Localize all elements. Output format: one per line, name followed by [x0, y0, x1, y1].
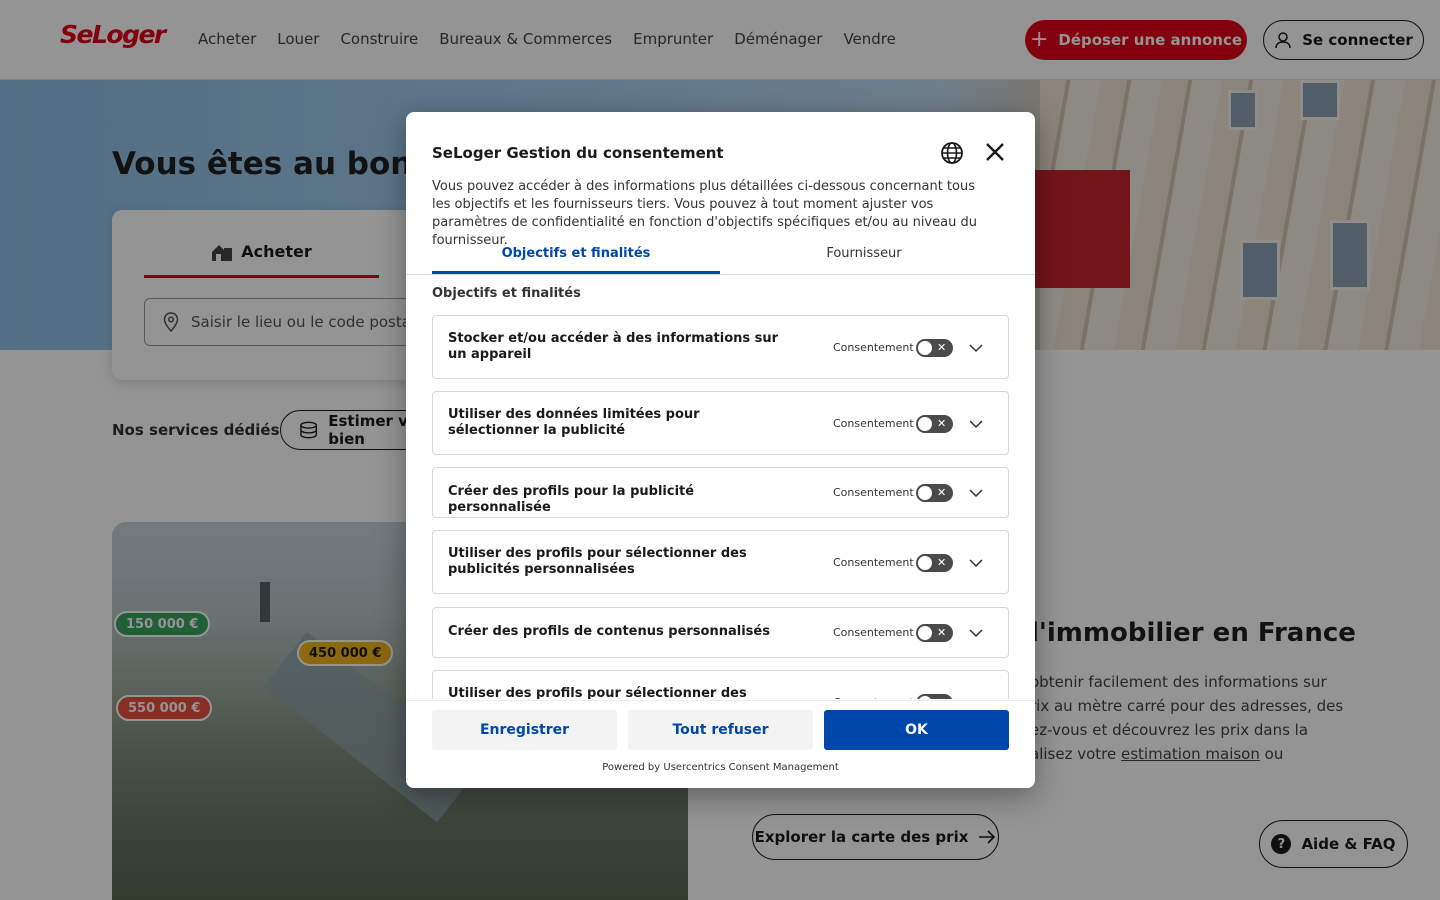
- consent-toggle[interactable]: ✕: [916, 624, 953, 642]
- toggle-off-icon: ✕: [937, 626, 947, 639]
- tab-fournisseur[interactable]: Fournisseur: [720, 242, 1008, 274]
- refuse-all-button[interactable]: Tout refuser: [628, 710, 813, 750]
- consent-toggle[interactable]: ✕: [916, 694, 953, 699]
- consent-tabs: Objectifs et finalités Fournisseur: [406, 242, 1035, 275]
- purpose-title: Utiliser des données limitées pour sélec…: [448, 407, 700, 438]
- consent-dialog: SeLoger Gestion du consentement Vous pou…: [406, 112, 1035, 788]
- purpose-title: Créer des profils de contenus personnali…: [448, 624, 770, 639]
- toggle-off-icon: ✕: [937, 486, 947, 499]
- purpose-title: Créer des profils pour la publicité pers…: [448, 484, 695, 515]
- consent-toggle[interactable]: ✕: [916, 554, 953, 572]
- toggle-knob: [918, 417, 932, 431]
- consent-label: Consentement: [833, 417, 914, 430]
- save-button[interactable]: Enregistrer: [432, 710, 617, 750]
- powered-by-text[interactable]: Powered by Usercentrics Consent Manageme…: [406, 762, 1035, 773]
- toggle-off-icon: ✕: [937, 417, 947, 430]
- consent-toggle[interactable]: ✕: [916, 339, 953, 357]
- purpose-row[interactable]: Créer des profils pour la publicité pers…: [432, 467, 1009, 518]
- chevron-down-icon[interactable]: [969, 417, 983, 431]
- purpose-title: Stocker et/ou accéder à des informations…: [448, 331, 779, 362]
- consent-label: Consentement: [833, 696, 914, 699]
- purpose-row[interactable]: Créer des profils de contenus personnali…: [432, 607, 1009, 658]
- chevron-down-icon[interactable]: [969, 486, 983, 500]
- purpose-row[interactable]: Utiliser des profils pour sélectionner d…: [432, 670, 1009, 699]
- toggle-off-icon: ✕: [937, 556, 947, 569]
- toggle-knob: [918, 696, 932, 699]
- chevron-down-icon[interactable]: [969, 626, 983, 640]
- section-label: Objectifs et finalités: [432, 286, 581, 301]
- purpose-title: Utiliser des profils pour sélectionner d…: [448, 546, 747, 577]
- consent-label: Consentement: [833, 486, 914, 499]
- chevron-down-icon[interactable]: [969, 341, 983, 355]
- tab-objectifs[interactable]: Objectifs et finalités: [432, 242, 720, 274]
- consent-label: Consentement: [833, 626, 914, 639]
- purpose-title: Utiliser des profils pour sélectionner d…: [448, 686, 747, 699]
- close-icon[interactable]: [984, 141, 1006, 163]
- purpose-row[interactable]: Stocker et/ou accéder à des informations…: [432, 315, 1009, 379]
- consent-title: SeLoger Gestion du consentement: [432, 144, 724, 162]
- toggle-knob: [918, 556, 932, 570]
- toggle-knob: [918, 486, 932, 500]
- toggle-off-icon: ✕: [937, 695, 946, 699]
- globe-icon[interactable]: [940, 141, 964, 165]
- toggle-knob: [918, 341, 932, 355]
- purposes-list[interactable]: Objectifs et finalités Stocker et/ou acc…: [406, 276, 1035, 699]
- consent-description: Vous pouvez accéder à des informations p…: [432, 179, 977, 248]
- ok-button[interactable]: OK: [824, 710, 1009, 750]
- consent-label: Consentement: [833, 341, 914, 354]
- purpose-row[interactable]: Utiliser des profils pour sélectionner d…: [432, 530, 1009, 594]
- toggle-knob: [918, 626, 932, 640]
- consent-label: Consentement: [833, 556, 914, 569]
- chevron-down-icon[interactable]: [969, 556, 983, 570]
- consent-footer: Enregistrer Tout refuser OK Powered by U…: [406, 700, 1035, 788]
- chevron-down-icon[interactable]: [969, 696, 983, 699]
- consent-toggle[interactable]: ✕: [916, 415, 953, 433]
- purpose-row[interactable]: Utiliser des données limitées pour sélec…: [432, 391, 1009, 455]
- consent-toggle[interactable]: ✕: [916, 484, 953, 502]
- toggle-off-icon: ✕: [937, 341, 947, 354]
